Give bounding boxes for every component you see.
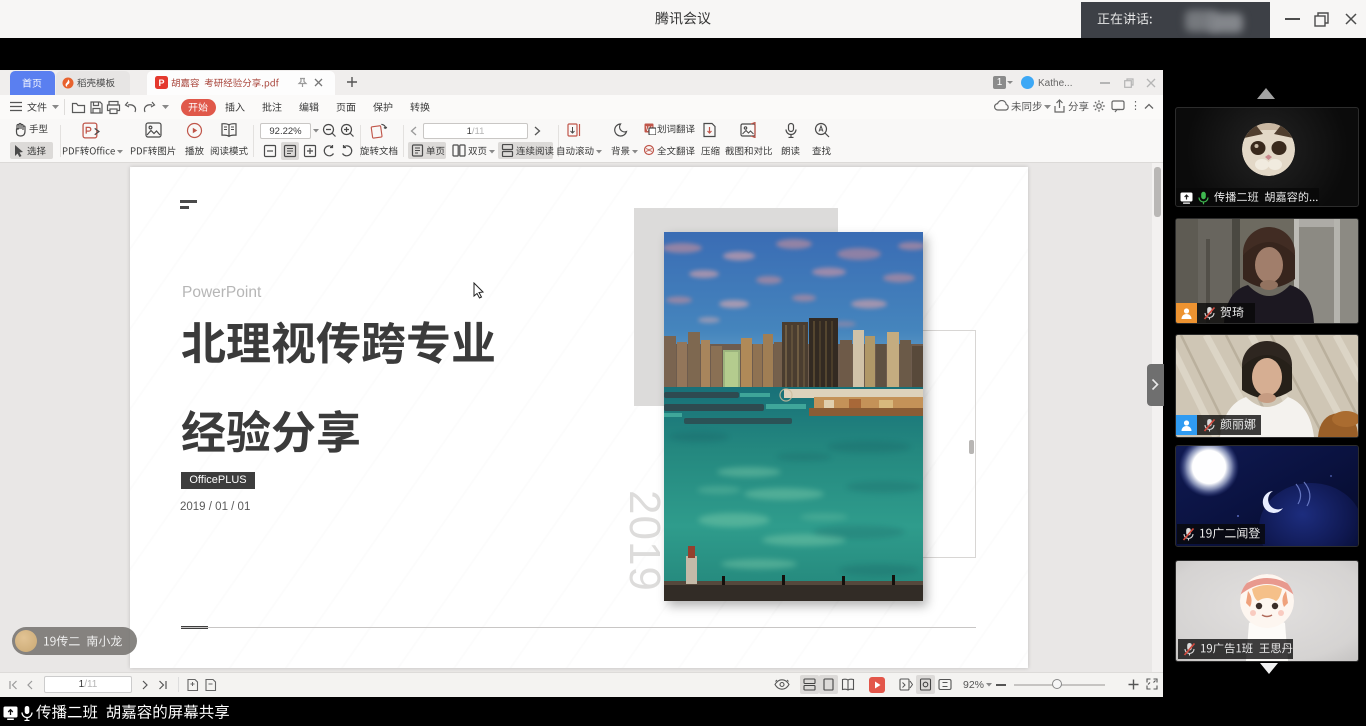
svg-text:P: P	[158, 78, 164, 88]
